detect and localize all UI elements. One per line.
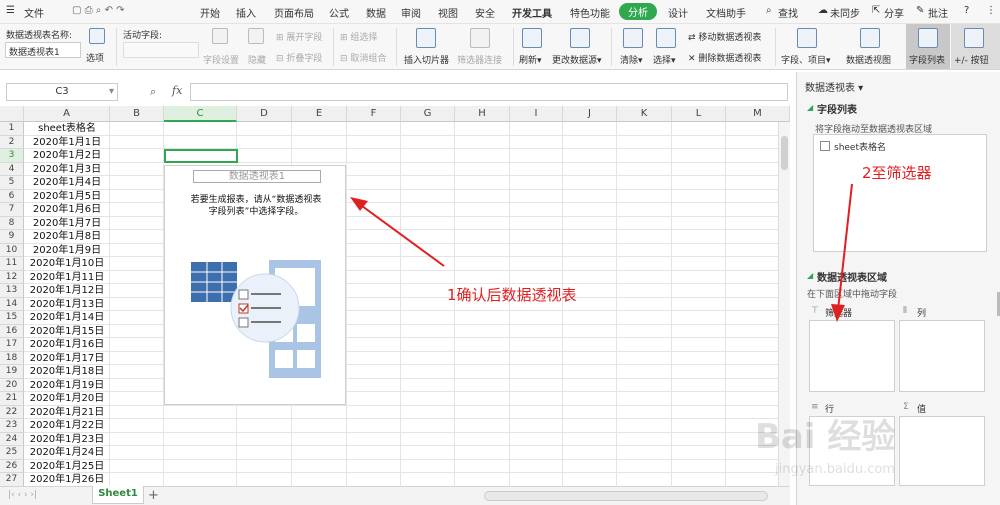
annotation-label-1: 1确认后数据透视表: [447, 286, 577, 304]
annotation-arrowhead-2: [831, 304, 845, 322]
watermark-logo: Bai 经验: [755, 417, 895, 457]
annotation-overlay: 2至筛选器 1确认后数据透视表 Bai 经验 jingyan.baidu.com: [350, 164, 932, 477]
annotation-arrow-1: [357, 202, 445, 267]
annotation-label-2: 2至筛选器: [862, 164, 932, 182]
annotation-arrow-2: [837, 183, 853, 311]
watermark-url: jingyan.baidu.com: [774, 462, 895, 477]
